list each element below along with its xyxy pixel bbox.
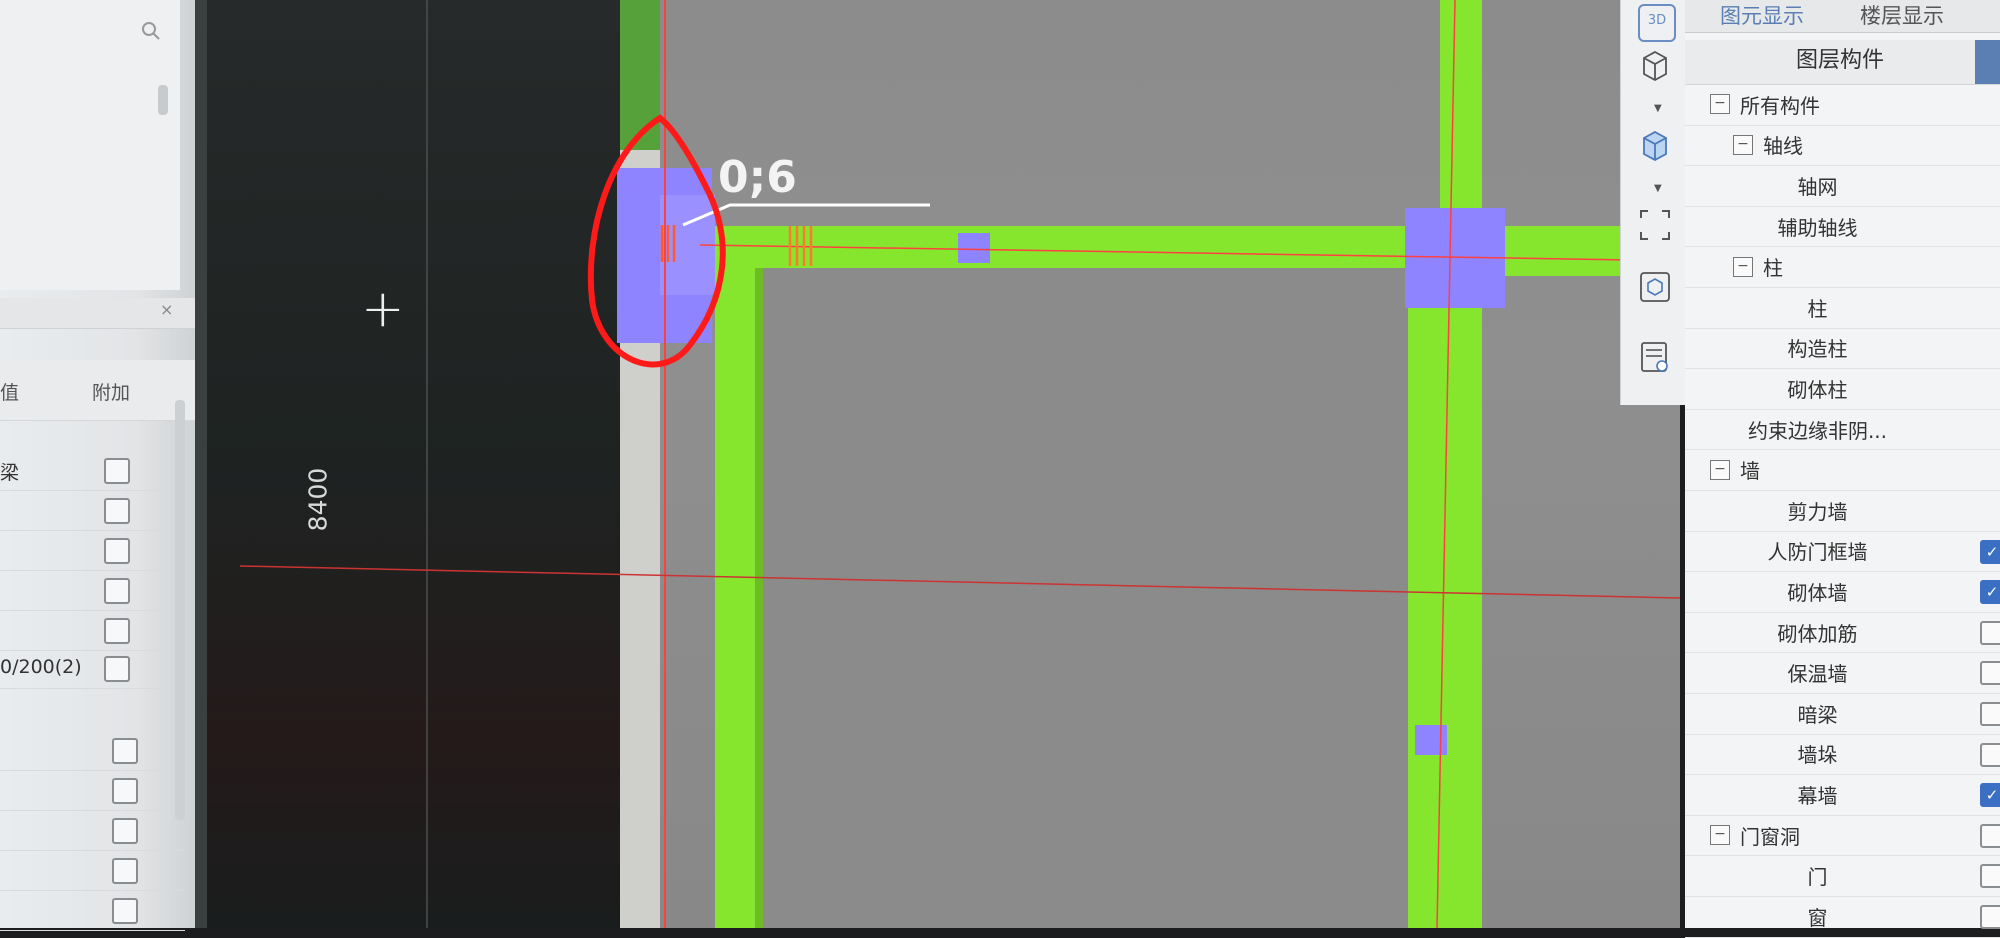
layer-tree-item[interactable]: 窗 — [1685, 896, 2000, 938]
layer-tree-label: 剪力墙 — [1787, 499, 1848, 524]
layer-tree-label: 墙垛 — [1797, 743, 1838, 768]
layer-tree-item[interactable]: − 轴线 — [1685, 125, 2000, 167]
layer-tree-label: 所有构件 — [1740, 93, 1820, 118]
layer-tree-item[interactable]: 砌体柱 — [1685, 368, 2000, 410]
layer-tree-item[interactable]: − 墙 — [1685, 449, 2000, 491]
layer-tree-label: 墙 — [1740, 459, 1760, 484]
cube-solid-icon[interactable] — [1638, 128, 1672, 162]
layer-tree-item[interactable]: 门 — [1685, 855, 2000, 897]
layer-tree-item[interactable]: 砌体加筋 — [1685, 612, 2000, 654]
layer-tree-label: 人防门框墙 — [1767, 540, 1868, 565]
beam-left-vertical — [715, 258, 755, 928]
room-floor — [763, 268, 1408, 928]
layer-tree-item[interactable]: 约束边缘非阴... — [1685, 409, 2000, 451]
layer-visibility-checkbox[interactable] — [1980, 661, 2000, 686]
component-display-icon[interactable] — [1638, 270, 1672, 304]
layer-visibility-checkbox[interactable]: ✓ — [1980, 580, 2000, 605]
layer-tree-label: 幕墙 — [1797, 783, 1838, 808]
layer-tree-label: 砌体墙 — [1787, 580, 1848, 605]
layer-tree-label: 约束边缘非阴... — [1747, 418, 1888, 443]
layer-tree-label: 门 — [1807, 865, 1828, 890]
annotation-label: 0;6 — [718, 152, 797, 203]
layer-tree-item[interactable]: − 柱 — [1685, 246, 2000, 288]
layer-tree-item[interactable]: − 所有构件 — [1685, 84, 2000, 126]
tab-floor-display[interactable]: 楼层显示 — [1860, 0, 1944, 30]
layer-visibility-checkbox[interactable] — [1980, 702, 2000, 726]
layer-tree-label: 柱 — [1807, 296, 1828, 321]
fit-view-icon[interactable] — [1638, 208, 1672, 242]
collapse-icon[interactable]: − — [1733, 256, 1753, 277]
tab-element-display[interactable]: 图元显示 — [1720, 0, 1804, 30]
layer-tree-label: 构造柱 — [1787, 337, 1848, 362]
collapse-icon[interactable]: − — [1710, 459, 1730, 480]
layer-tree-item[interactable]: 砌体墙 ✓ — [1685, 571, 2000, 613]
layer-visibility-checkbox[interactable]: ✓ — [1980, 783, 2000, 808]
dropdown-arrow-icon[interactable]: ▼ — [1654, 103, 1662, 114]
layer-tree-label: 轴线 — [1763, 134, 1803, 159]
layer-tree-label: 柱 — [1763, 256, 1783, 281]
beam-edge — [755, 268, 763, 928]
layer-tree-item[interactable]: 辅助轴线 — [1685, 206, 2000, 248]
layer-component-title: 图层构件 — [1795, 48, 1884, 73]
layer-tree-item[interactable]: 人防门框墙 ✓ — [1685, 531, 2000, 573]
3d-view-icon[interactable]: 3D — [1638, 4, 1676, 42]
layer-tree-label: 窗 — [1807, 905, 1828, 930]
layer-tree-item[interactable]: 保温墙 — [1685, 652, 2000, 694]
layer-tree-label: 门窗洞 — [1740, 824, 1800, 849]
layer-tree-item[interactable]: 幕墙 ✓ — [1685, 774, 2000, 816]
column-small — [958, 233, 990, 263]
display-tabs: 图元显示 楼层显示 — [1685, 0, 2000, 33]
layer-tree-item[interactable]: 暗梁 — [1685, 693, 2000, 735]
layer-tree-label: 保温墙 — [1787, 662, 1848, 687]
collapse-icon[interactable]: − — [1733, 134, 1753, 155]
layer-tree-item[interactable]: 构造柱 — [1685, 328, 2000, 370]
layer-tree-item[interactable]: − 门窗洞 — [1685, 815, 2000, 857]
layer-visibility-checkbox[interactable]: ✓ — [1980, 539, 2000, 564]
layer-tree-item[interactable]: 柱 — [1685, 287, 2000, 329]
layer-visibility-checkbox[interactable] — [1980, 864, 2000, 889]
layer-tree-label: 辅助轴线 — [1777, 215, 1858, 240]
layer-tree-label: 砌体柱 — [1787, 377, 1848, 402]
layer-tree-item[interactable]: 墙垛 — [1685, 734, 2000, 776]
layer-visibility-checkbox[interactable] — [1980, 620, 2000, 645]
beam-horizontal-right — [1500, 258, 1630, 276]
layer-visibility-checkbox[interactable] — [1980, 742, 2000, 767]
layer-visibility-checkbox[interactable] — [1980, 823, 2000, 848]
layer-tree-label: 砌体加筋 — [1777, 621, 1858, 646]
collapse-icon[interactable]: − — [1710, 94, 1730, 115]
layer-visibility-checkbox[interactable] — [1980, 905, 2000, 929]
dropdown-arrow-icon-2[interactable]: ▼ — [1654, 183, 1662, 194]
layer-tree-label: 暗梁 — [1797, 702, 1838, 727]
column-lower — [1415, 725, 1447, 755]
layer-tree-item[interactable]: 剪力墙 — [1685, 490, 2000, 532]
header-accent — [1975, 40, 2000, 84]
layer-list-icon[interactable] — [1638, 340, 1672, 374]
cube-wire-icon[interactable] — [1638, 48, 1672, 82]
layer-tree-label: 轴网 — [1797, 174, 1838, 199]
layer-tree-item[interactable]: 轴网 — [1685, 165, 2000, 207]
collapse-icon[interactable]: − — [1710, 825, 1730, 846]
